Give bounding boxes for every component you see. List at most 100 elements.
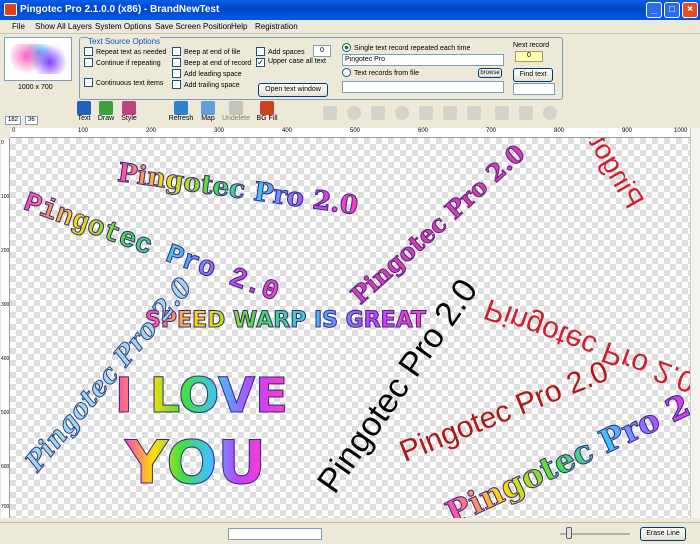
repeat-text-checkbox[interactable]: Repeat text as needed (84, 47, 166, 56)
window-title: Pingotec Pro 2.1.0.0 (x86) - BrandNewTes… (20, 4, 220, 15)
refresh-icon (174, 101, 188, 115)
checkmark-icon (467, 106, 481, 120)
vertical-scrollbar[interactable] (690, 128, 700, 518)
thumbnail-preview (9, 44, 67, 74)
resize-button[interactable] (368, 101, 388, 127)
canvas-thumbnail[interactable] (4, 37, 72, 81)
canvas-size-label: 1000 x 700 (18, 84, 53, 91)
canvas-text-item[interactable]: I LOVE (115, 368, 289, 425)
add-spaces-input[interactable]: 0 (313, 45, 331, 57)
ruler-tick: 100 (78, 128, 89, 134)
close-button[interactable]: × (682, 2, 698, 18)
bgfill-icon (260, 101, 274, 115)
vertical-ruler: 0 100 200 300 400 500 600 700 (1, 138, 10, 518)
menu-file[interactable]: File (12, 22, 25, 31)
refresh-button[interactable]: Refresh (166, 101, 196, 127)
panel-legend: Text Source Options (88, 37, 161, 46)
copy-button[interactable] (440, 101, 460, 127)
checkmark-icon: ✓ (256, 58, 265, 67)
title-bar: Pingotec Pro 2.1.0.0 (x86) - BrandNewTes… (0, 0, 700, 20)
ruler-tick: 1000 (674, 128, 688, 134)
text-icon (77, 101, 91, 115)
trash-icon (519, 106, 533, 120)
ruler-tick: 700 (1, 504, 10, 510)
menu-help[interactable]: Help (231, 22, 247, 31)
app-icon (4, 3, 17, 16)
ruler-tick: 700 (486, 128, 497, 134)
next-record-value: 0 (515, 51, 543, 62)
map-button[interactable]: Map (198, 101, 218, 127)
single-record-input[interactable]: Pingotec Pro (342, 54, 504, 66)
single-record-radio[interactable]: Single text record repeated each time (342, 43, 470, 52)
canvas-text-item[interactable]: Pingotec Pro 2.0 (344, 138, 531, 310)
zoom-slider-handle[interactable] (566, 527, 572, 539)
size-button-36[interactable]: 36 (25, 116, 38, 125)
menu-system-options[interactable]: System Options (95, 22, 151, 31)
add-trailing-space-checkbox[interactable]: Add trailing space (172, 80, 240, 89)
ruler-tick: 0 (1, 140, 4, 146)
find-text-button[interactable]: Find text (513, 68, 553, 82)
canvas-text-item[interactable]: SPEED WARP IS GREAT (144, 308, 426, 334)
file-path-input[interactable] (342, 81, 504, 93)
ruler-tick: 600 (1, 464, 10, 470)
style-icon (122, 101, 136, 115)
ruler-tick: 500 (350, 128, 361, 134)
open-text-window-button[interactable]: Open text window (258, 83, 328, 97)
erase-line-button[interactable]: Erase Line (640, 527, 686, 541)
ruler-tick: 100 (1, 194, 10, 200)
close-icon (543, 106, 557, 120)
ruler-tick: 300 (214, 128, 225, 134)
browse-button[interactable]: browse (478, 68, 502, 78)
ruler-tick: 600 (418, 128, 429, 134)
draw-tool-button[interactable]: Draw (96, 101, 116, 127)
canvas-text-item[interactable]: Pingotec Pro 2.0 (115, 158, 360, 222)
design-canvas[interactable]: Pingotec Pro 2.0 Pingotec Pro 2.0 Pingot… (10, 138, 690, 518)
size-button-182[interactable]: 182 (5, 116, 22, 125)
upper-case-checkbox[interactable]: ✓ Upper case all text (256, 58, 326, 67)
ruler-tick: 400 (1, 356, 10, 362)
menu-bar: File Show All Layers System Options Save… (0, 20, 700, 34)
continuous-text-checkbox[interactable]: Continuous text items (84, 78, 163, 87)
cancel-button[interactable] (540, 101, 560, 127)
add-leading-space-checkbox[interactable]: Add leading space (172, 69, 242, 78)
style-tool-button[interactable]: Style (118, 101, 140, 127)
maximize-button[interactable]: □ (664, 2, 680, 18)
main-toolbar: Text Draw Style Refresh Map Undelete BG … (72, 101, 564, 127)
ruler-tick: 900 (622, 128, 633, 134)
canvas-text-item[interactable]: Pingotec Pro 2.0 (19, 187, 283, 309)
menu-registration[interactable]: Registration (255, 22, 298, 31)
layers-button[interactable] (416, 101, 436, 127)
beep-end-record-checkbox[interactable]: Beep at end of record (172, 58, 251, 67)
rotate-button[interactable] (344, 101, 364, 127)
pencil-icon (99, 101, 113, 115)
undo-icon (495, 106, 509, 120)
delete-button[interactable] (516, 101, 536, 127)
canvas-text-item[interactable]: Pingotec (568, 138, 650, 214)
undo-button[interactable] (492, 101, 512, 127)
canvas-text-item[interactable]: Pingotec Pro 2.0 (310, 272, 486, 500)
menu-save-screen-position[interactable]: Save Screen Position (155, 22, 232, 31)
minimize-button[interactable]: _ (646, 2, 662, 18)
records-from-file-radio[interactable]: Text records from file (342, 68, 419, 77)
text-source-options-panel: Text Source Options Repeat text as neede… (79, 37, 563, 100)
text-tool-button[interactable]: Text (74, 101, 94, 127)
accept-button[interactable] (464, 101, 484, 127)
add-spaces-checkbox[interactable]: Add spaces (256, 47, 305, 56)
ruler-tick: 400 (282, 128, 293, 134)
find-text-input[interactable] (513, 83, 555, 95)
canvas-text-item[interactable]: YOU (124, 428, 266, 499)
continue-repeating-checkbox[interactable]: Continue if repeating (84, 58, 161, 67)
warp-button[interactable] (392, 101, 412, 127)
status-field (228, 528, 322, 540)
move-button[interactable] (320, 101, 340, 127)
bg-fill-button[interactable]: BG Fill (254, 101, 280, 127)
next-record-label: Next record (513, 42, 550, 49)
menu-show-all-layers[interactable]: Show All Layers (35, 22, 92, 31)
resize-icon (371, 106, 385, 120)
undelete-button[interactable]: Undelete (220, 101, 252, 127)
ruler-tick: 200 (1, 248, 10, 254)
move-arrows-icon (323, 106, 337, 120)
beep-end-file-checkbox[interactable]: Beep at end of file (172, 47, 240, 56)
undelete-icon (229, 101, 243, 115)
ruler-tick: 800 (554, 128, 565, 134)
